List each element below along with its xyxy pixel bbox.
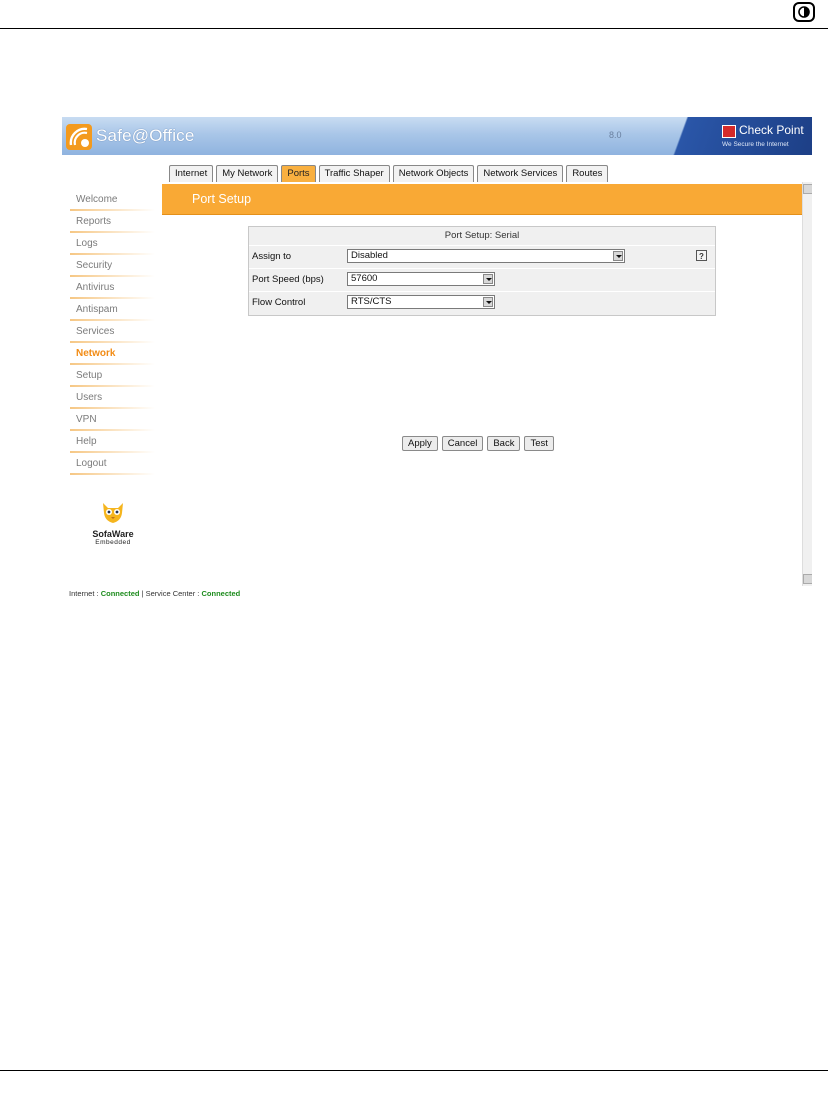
action-buttons: Apply Cancel Back Test <box>402 436 554 451</box>
page-bottom-rule <box>0 1070 828 1071</box>
tab-my-network[interactable]: My Network <box>216 165 279 182</box>
check-point-name: Check Point <box>739 123 804 137</box>
sofaware-name: SofaWare <box>92 529 134 539</box>
sidebar-item-reports[interactable]: Reports <box>70 211 155 233</box>
flow-control-label: Flow Control <box>252 297 306 308</box>
sidebar-item-vpn[interactable]: VPN <box>70 409 155 431</box>
sofaware-owl-icon <box>103 503 123 523</box>
service-center-status-label: Service Center : <box>145 589 200 598</box>
internet-status-label: Internet : <box>69 589 99 598</box>
port-speed-value: 57600 <box>351 273 378 284</box>
flow-control-select[interactable]: RTS/CTS <box>347 295 495 309</box>
check-point-tagline: We Secure the Internet <box>722 141 789 148</box>
form-title: Port Setup: Serial <box>249 227 715 246</box>
test-button[interactable]: Test <box>524 436 554 451</box>
sofaware-logo: SofaWare Embedded <box>86 499 140 546</box>
safe-at-office-logo-icon <box>66 124 92 150</box>
tab-internet[interactable]: Internet <box>169 165 214 182</box>
chevron-down-icon[interactable] <box>483 274 493 284</box>
section-header: Port Setup <box>162 184 802 215</box>
flow-control-row: Flow Control RTS/CTS <box>249 292 715 314</box>
tab-routes[interactable]: Routes <box>566 165 609 182</box>
main-content: Port Setup Port Setup: Serial Assign to … <box>162 182 802 586</box>
sidebar-item-network[interactable]: Network <box>70 343 155 365</box>
tab-ports[interactable]: Ports <box>281 165 316 182</box>
chevron-down-icon[interactable] <box>613 251 623 261</box>
tab-network-services[interactable]: Network Services <box>477 165 564 182</box>
chevron-down-icon[interactable] <box>483 297 493 307</box>
assign-to-label: Assign to <box>252 251 292 262</box>
tab-traffic-shaper[interactable]: Traffic Shaper <box>318 165 390 182</box>
sidebar-item-setup[interactable]: Setup <box>70 365 155 387</box>
internet-status-value: Connected <box>100 589 140 598</box>
cancel-button[interactable]: Cancel <box>441 436 484 451</box>
assign-to-value: Disabled <box>351 250 388 261</box>
sofaware-subtitle: Embedded <box>95 539 131 546</box>
check-point-logo: Check Point We Secure the Internet <box>722 123 808 151</box>
sidebar-item-antivirus[interactable]: Antivirus <box>70 277 155 299</box>
flow-control-value: RTS/CTS <box>351 296 392 307</box>
scroll-up-icon[interactable] <box>803 184 812 194</box>
port-setup-form: Port Setup: Serial Assign to Disabled ? … <box>248 226 716 316</box>
contrast-icon <box>793 2 815 22</box>
brand-title: Safe@Office <box>96 126 195 145</box>
port-speed-select[interactable]: 57600 <box>347 272 495 286</box>
tab-network-objects[interactable]: Network Objects <box>392 165 475 182</box>
page-top-rule <box>0 28 828 29</box>
sidebar-item-users[interactable]: Users <box>70 387 155 409</box>
sidebar-item-security[interactable]: Security <box>70 255 155 277</box>
assign-to-select[interactable]: Disabled <box>347 249 625 263</box>
scroll-down-icon[interactable] <box>803 574 812 584</box>
sidebar-item-welcome[interactable]: Welcome <box>70 189 155 211</box>
tab-bar: Internet My Network Ports Traffic Shaper… <box>169 165 609 182</box>
page-title: Port Setup <box>192 192 252 206</box>
apply-button[interactable]: Apply <box>402 436 438 451</box>
sidebar-item-help[interactable]: Help <box>70 431 155 453</box>
help-icon[interactable]: ? <box>696 250 707 261</box>
sidebar-item-logout[interactable]: Logout <box>70 453 155 475</box>
vertical-scrollbar[interactable] <box>802 182 812 586</box>
header-banner: Safe@Office 8.0 Check Point We Secure th… <box>62 117 812 155</box>
sidebar: Welcome Reports Logs Security Antivirus … <box>62 189 158 475</box>
port-speed-row: Port Speed (bps) 57600 <box>249 269 715 292</box>
safe-at-office-window: Safe@Office 8.0 Check Point We Secure th… <box>62 117 812 602</box>
sidebar-item-services[interactable]: Services <box>70 321 155 343</box>
status-bar: Internet : Connected | Service Center : … <box>69 589 241 598</box>
assign-to-row: Assign to Disabled ? <box>249 246 715 269</box>
sidebar-item-antispam[interactable]: Antispam <box>70 299 155 321</box>
sidebar-item-logs[interactable]: Logs <box>70 233 155 255</box>
back-button[interactable]: Back <box>487 436 521 451</box>
version-label: 8.0 <box>609 130 622 140</box>
service-center-status-value: Connected <box>201 589 241 598</box>
port-speed-label: Port Speed (bps) <box>252 274 324 285</box>
check-point-logo-icon <box>722 125 736 138</box>
